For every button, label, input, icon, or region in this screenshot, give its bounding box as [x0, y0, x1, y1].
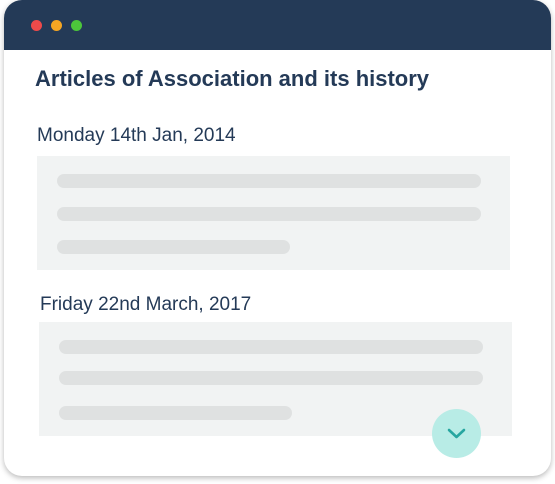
chevron-down-icon: [447, 428, 466, 439]
placeholder-line: [57, 240, 290, 254]
placeholder-line: [59, 371, 483, 385]
minimize-dot-icon[interactable]: [51, 20, 62, 31]
placeholder-line: [57, 174, 481, 188]
entry-card: [37, 156, 510, 270]
placeholder-line: [59, 406, 292, 420]
placeholder-line: [57, 207, 481, 221]
scroll-down-button[interactable]: [432, 409, 481, 458]
app-window: Articles of Association and its history …: [4, 0, 551, 476]
placeholder-line: [59, 340, 483, 354]
entry-date: Monday 14th Jan, 2014: [37, 125, 236, 146]
page-title: Articles of Association and its history: [35, 66, 430, 91]
close-dot-icon[interactable]: [31, 20, 42, 31]
entry-date: Friday 22nd March, 2017: [40, 294, 252, 315]
maximize-dot-icon[interactable]: [71, 20, 82, 31]
window-titlebar: [4, 0, 551, 50]
